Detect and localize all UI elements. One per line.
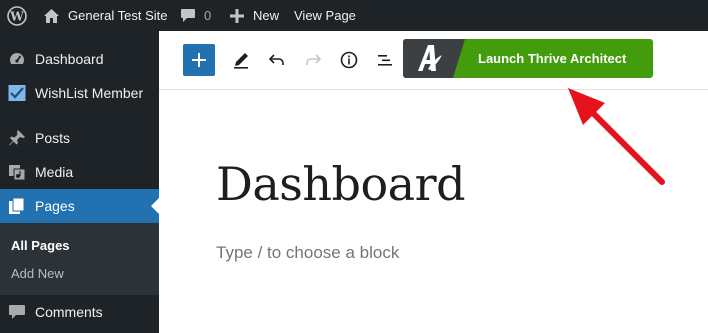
- pencil-icon: [234, 53, 248, 69]
- thrive-architect-logo-icon: [418, 45, 442, 71]
- block-placeholder[interactable]: Type / to choose a block: [216, 243, 399, 263]
- sidebar-item-comments[interactable]: Comments: [0, 295, 159, 329]
- comment-icon: [9, 305, 25, 319]
- admin-bar: W General Test Site 0 New View Page: [0, 0, 708, 31]
- details-button[interactable]: [333, 44, 365, 76]
- list-view-button[interactable]: [369, 44, 401, 76]
- comments-count: 0: [204, 8, 212, 23]
- plus-icon: [230, 8, 244, 23]
- undo-icon: [268, 54, 284, 65]
- new-label: New: [253, 8, 280, 23]
- media-icon: [9, 165, 26, 181]
- submenu-item-add-new[interactable]: Add New: [11, 266, 64, 281]
- redo-icon: [306, 54, 322, 65]
- plus-icon: [192, 53, 206, 67]
- current-menu-notch: [151, 198, 159, 214]
- wordpress-logo-icon[interactable]: W: [7, 0, 27, 31]
- sidebar-item-media[interactable]: Media: [0, 155, 159, 189]
- dashboard-icon: [9, 53, 25, 64]
- site-name-link[interactable]: General Test Site: [43, 0, 167, 31]
- new-content-link[interactable]: New: [230, 0, 279, 31]
- sidebar-item-label: Comments: [35, 304, 103, 320]
- editor-toolbar: Launch Thrive Architect: [159, 31, 708, 90]
- sidebar-item-pages[interactable]: Pages: [0, 189, 159, 223]
- pages-icon: [9, 197, 25, 214]
- svg-text:W: W: [9, 9, 24, 23]
- list-view-icon: [378, 55, 392, 66]
- wishlist-check-icon: [8, 85, 26, 101]
- pages-submenu: All Pages Add New: [0, 223, 159, 295]
- sidebar-item-dashboard[interactable]: Dashboard: [0, 42, 159, 76]
- block-editor: Launch Thrive Architect Dashboard Type /…: [159, 31, 708, 333]
- site-name: General Test Site: [68, 8, 168, 23]
- sidebar-item-label: Posts: [35, 130, 71, 146]
- submenu-item-all-pages[interactable]: All Pages: [11, 238, 70, 253]
- home-icon: [44, 8, 59, 23]
- info-icon: [340, 51, 358, 69]
- tools-button[interactable]: [225, 44, 257, 76]
- pushpin-icon: [9, 130, 25, 146]
- sidebar-item-label: WishList Member: [35, 85, 144, 101]
- admin-sidebar: Dashboard WishList Member Posts Media Pa…: [0, 31, 159, 333]
- sidebar-item-label: Media: [35, 164, 74, 180]
- comment-bubble-icon: [181, 9, 195, 22]
- page-title[interactable]: Dashboard: [216, 157, 466, 211]
- launch-thrive-architect-button[interactable]: Launch Thrive Architect: [403, 39, 653, 78]
- thrive-button-label: Launch Thrive Architect: [478, 51, 627, 66]
- comments-link[interactable]: 0: [180, 0, 211, 31]
- view-page-label: View Page: [294, 8, 356, 23]
- sidebar-item-posts[interactable]: Posts: [0, 121, 159, 155]
- undo-button[interactable]: [261, 44, 293, 76]
- sidebar-item-label: Dashboard: [35, 51, 104, 67]
- redo-button[interactable]: [297, 44, 329, 76]
- sidebar-item-wishlist-member[interactable]: WishList Member: [0, 76, 159, 110]
- add-block-button[interactable]: [183, 44, 215, 76]
- view-page-link[interactable]: View Page: [294, 0, 356, 31]
- sidebar-item-label: Pages: [35, 198, 75, 214]
- thrive-logo-box: [403, 39, 465, 78]
